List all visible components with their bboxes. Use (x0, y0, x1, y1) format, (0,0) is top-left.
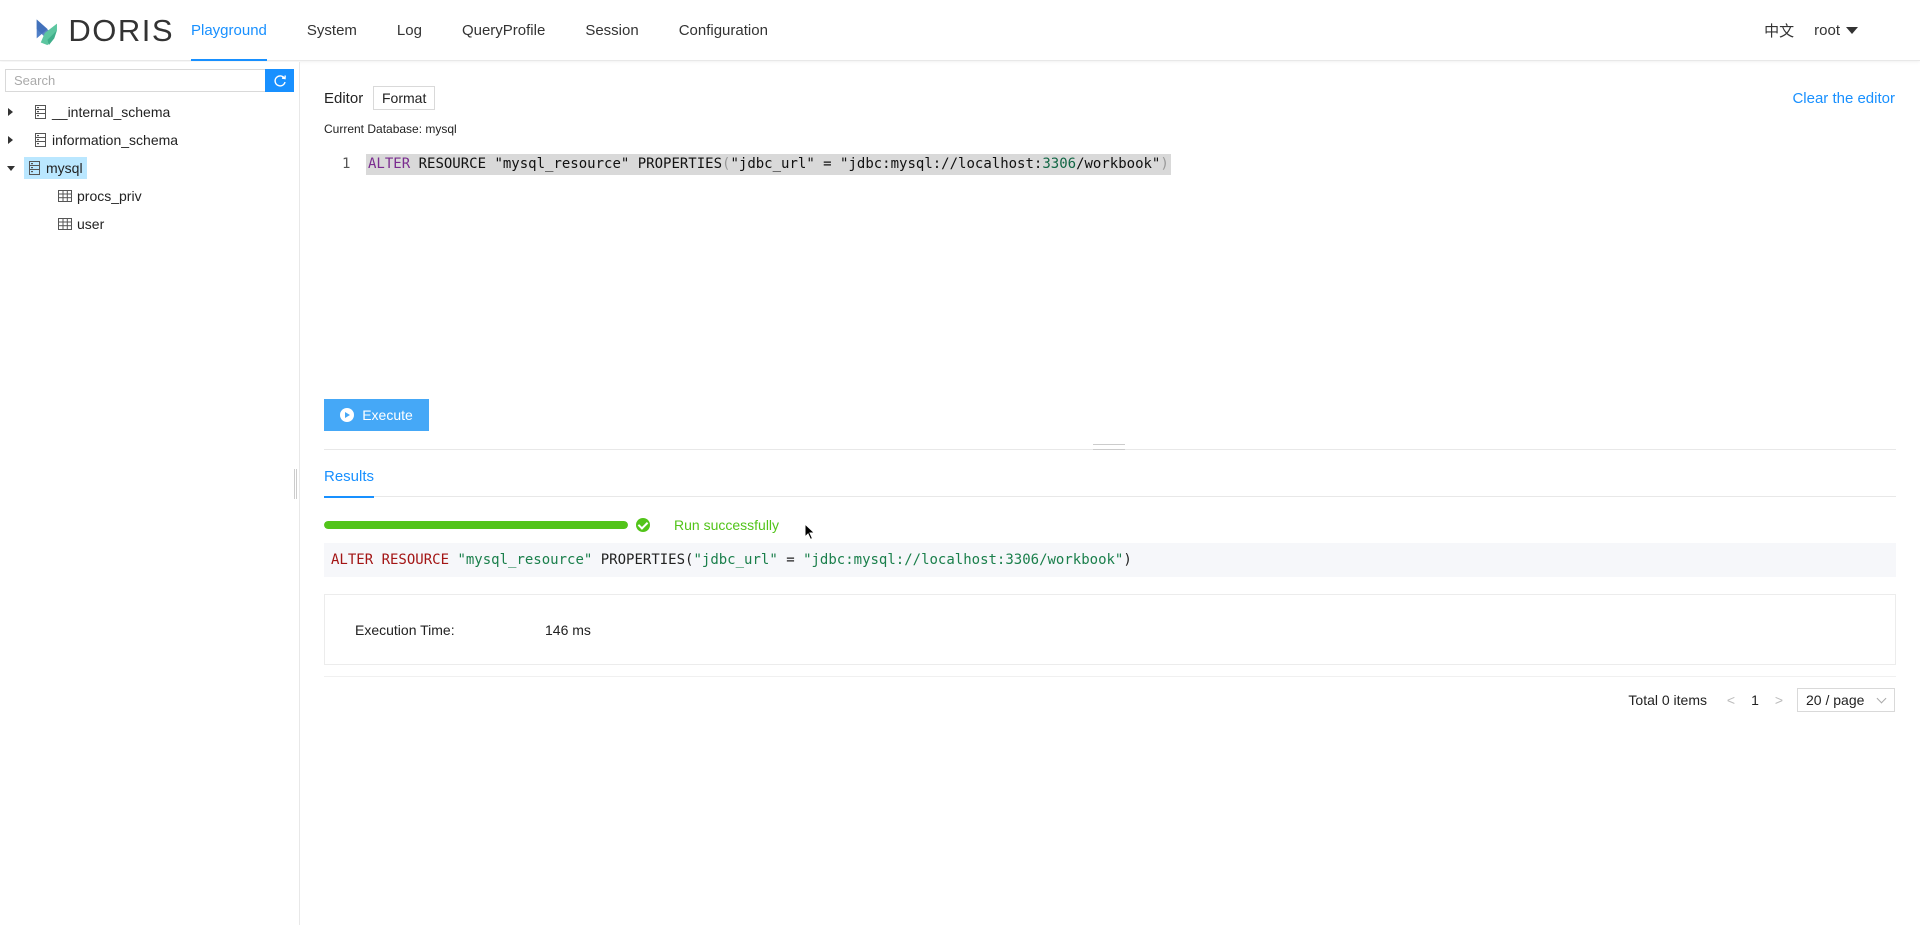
tree-item-procs-priv: procs_priv (0, 182, 300, 210)
main-nav: Playground System Log QueryProfile Sessi… (179, 0, 796, 61)
page-number[interactable]: 1 (1743, 692, 1767, 708)
nav-configuration[interactable]: Configuration (667, 0, 780, 61)
code-line[interactable]: ALTER RESOURCE "mysql_resource" PROPERTI… (366, 154, 1171, 175)
progress-fill (324, 521, 628, 529)
progress-bar (324, 521, 628, 529)
sidebar-resize-handle[interactable] (294, 469, 297, 499)
code-text: RESOURCE "mysql_resource" PROPERTIES (410, 156, 723, 172)
tree-label: information_schema (52, 132, 179, 148)
caret-down-icon (1846, 27, 1858, 34)
nav-session[interactable]: Session (573, 0, 650, 61)
tree-label: user (77, 216, 105, 232)
tree-label: __internal_schema (52, 104, 171, 120)
executed-sql: ALTER RESOURCE "mysql_resource" PROPERTI… (324, 543, 1896, 577)
sql-string: "mysql_resource" (449, 552, 593, 568)
top-header: DORIS Playground System Log QueryProfile… (0, 0, 1920, 61)
search-input[interactable] (5, 69, 265, 92)
tree-item-internal-schema: __internal_schema (0, 98, 300, 126)
doris-logo[interactable]: DORIS (34, 8, 174, 54)
table-icon (58, 218, 72, 230)
code-text: /workbook" (1076, 156, 1161, 172)
tree-item-information-schema: information_schema (0, 126, 300, 154)
sql-editor[interactable]: 1 ALTER RESOURCE "mysql_resource" PROPER… (324, 154, 1896, 384)
execution-time-label: Execution Time: (355, 622, 455, 638)
code-text: "jdbc_url" = "jdbc:mysql://localhost: (730, 156, 1043, 172)
page-size-value: 20 / page (1806, 692, 1865, 708)
check-circle-icon (636, 518, 650, 532)
sql-string: "jdbc_url" (693, 552, 778, 568)
header-right: 中文 root (1764, 0, 1858, 61)
chevron-down-icon (1876, 693, 1887, 704)
doris-logo-icon (36, 19, 57, 46)
tree-node-procs-priv[interactable]: procs_priv (54, 185, 146, 207)
sql-keyword: ALTER RESOURCE (331, 552, 450, 568)
tree-node-information-schema[interactable]: information_schema (30, 129, 182, 151)
nav-log[interactable]: Log (385, 0, 434, 61)
caret-right-icon[interactable] (8, 136, 13, 144)
current-database: Current Database: mysql (324, 122, 457, 136)
language-switch[interactable]: 中文 (1764, 20, 1794, 41)
code-keyword: ALTER (368, 156, 411, 172)
page-size-select[interactable]: 20 / page (1797, 688, 1895, 712)
user-menu[interactable]: root (1814, 22, 1858, 39)
sql-string: "jdbc:mysql://localhost:3306/workbook" (803, 552, 1124, 568)
database-icon (35, 105, 46, 119)
database-icon (35, 133, 46, 147)
sql-text: PROPERTIES( (592, 552, 694, 568)
logo-text: DORIS (68, 13, 174, 48)
database-tree: __internal_schema information_schema mys… (0, 98, 300, 238)
resize-handle[interactable] (1093, 444, 1125, 450)
mouse-cursor-icon (804, 523, 816, 541)
tree-label: procs_priv (77, 188, 142, 204)
format-button[interactable]: Format (373, 86, 436, 110)
nav-playground[interactable]: Playground (179, 0, 279, 61)
execution-info: Execution Time: 146 ms (324, 594, 1896, 665)
tree-node-mysql[interactable]: mysql (24, 157, 87, 179)
tree-label: mysql (46, 160, 83, 176)
tab-results[interactable]: Results (324, 468, 375, 498)
pagination: Total 0 items < 1 > 20 / page (1628, 688, 1895, 712)
code-paren: ) (1160, 156, 1169, 172)
database-icon (29, 161, 40, 175)
run-status: Run successfully (674, 517, 780, 533)
tree-item-mysql: mysql (0, 154, 300, 182)
nav-queryprofile[interactable]: QueryProfile (450, 0, 557, 61)
refresh-button[interactable] (265, 69, 294, 92)
clear-editor-link[interactable]: Clear the editor (1792, 90, 1895, 107)
caret-right-icon[interactable] (8, 108, 13, 116)
refresh-icon (273, 74, 286, 87)
execution-time-value: 146 ms (545, 622, 591, 638)
execute-button[interactable]: Execute (324, 399, 429, 431)
prev-page-button[interactable]: < (1719, 692, 1743, 708)
sql-text: ) (1123, 552, 1132, 568)
tree-node-internal-schema[interactable]: __internal_schema (30, 101, 174, 123)
divider (324, 676, 1896, 677)
search-box (5, 69, 294, 92)
next-page-button[interactable]: > (1767, 692, 1791, 708)
tree-node-user[interactable]: user (54, 213, 108, 235)
tree-item-user: user (0, 210, 300, 238)
line-number: 1 (342, 156, 351, 172)
table-icon (58, 190, 72, 202)
play-icon (340, 408, 355, 422)
code-number: 3306 (1042, 156, 1077, 172)
total-items: Total 0 items (1628, 692, 1707, 708)
editor-label: Editor (324, 90, 364, 107)
main-panel: Editor Format Clear the editor Current D… (300, 62, 1920, 925)
nav-system[interactable]: System (295, 0, 369, 61)
sql-text: = (777, 552, 804, 568)
execute-label: Execute (362, 407, 413, 423)
database-sidebar: __internal_schema information_schema mys… (0, 62, 300, 925)
user-name: root (1814, 22, 1840, 39)
caret-down-icon[interactable] (7, 165, 15, 171)
result-tabs: Results (324, 462, 1896, 498)
